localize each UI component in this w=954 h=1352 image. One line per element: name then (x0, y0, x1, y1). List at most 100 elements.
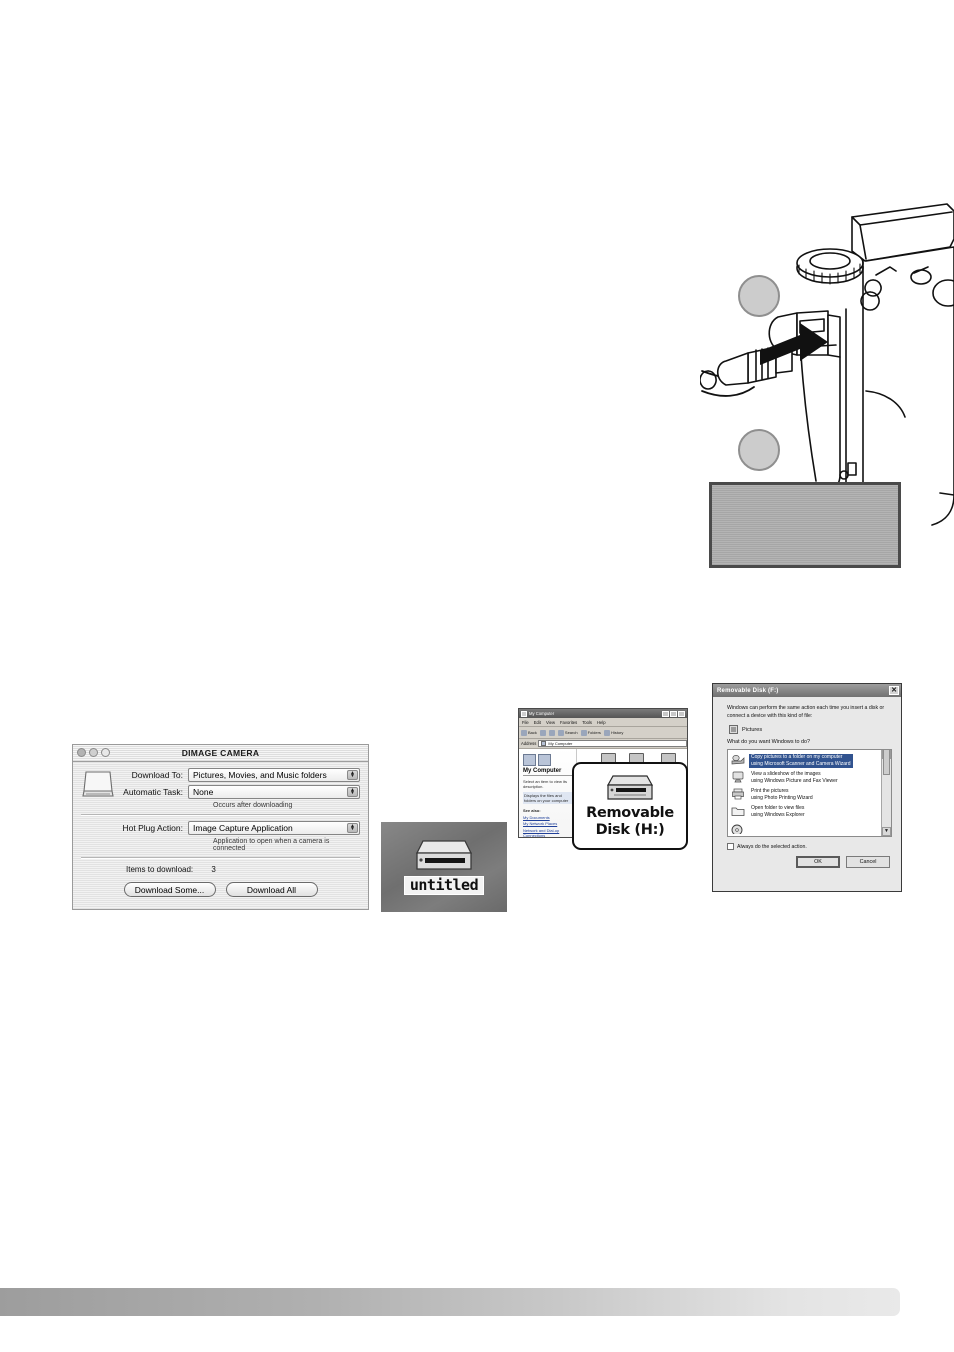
action-line2: using Photo Printing Wizard (751, 794, 813, 801)
forward-button[interactable] (539, 729, 546, 736)
hot-plug-action-hint: Application to open when a camera is con… (213, 838, 330, 852)
removable-disk-h-line2: Disk (H:) (595, 821, 665, 838)
back-button[interactable]: Back (521, 729, 537, 736)
items-to-download-row: Items to download: 3 (126, 865, 360, 874)
address-input[interactable]: My Computer (538, 740, 687, 747)
download-to-value: Pictures, Movies, and Music folders (193, 770, 327, 780)
chevron-updown-icon[interactable]: ▲ ▼ (347, 770, 358, 780)
action-item-copy-pictures[interactable]: Copy pictures to a folder on my computer… (728, 752, 881, 769)
dialog-question: What do you want Windows to do? (727, 739, 810, 746)
mac-dialog-buttons: Download Some... Download All (81, 882, 360, 903)
download-all-button[interactable]: Download All (225, 882, 318, 897)
page-footer-bar (0, 1288, 900, 1316)
see-also-label: See also: (523, 808, 541, 813)
file-type-row: Pictures (729, 725, 892, 735)
action-item-text: Open folder to view files using Windows … (749, 805, 807, 819)
search-icon (557, 729, 564, 736)
address-label: Address (521, 741, 537, 746)
folder-icon (580, 729, 587, 736)
chevron-updown-icon[interactable]: ▲ ▼ (347, 823, 358, 833)
my-computer-menu-bar: File Edit View Favorites Tools Help (519, 718, 687, 727)
menu-file[interactable]: File (522, 720, 529, 725)
side-panel-description: Select an item to view its description. (523, 779, 568, 789)
file-type-label: Pictures (742, 726, 763, 733)
link-my-documents[interactable]: My Documents (523, 815, 573, 820)
mac-dimage-camera-window: DIMAGE CAMERA Download To: Pictures, Mov… (72, 744, 369, 910)
removable-drive-icon[interactable] (413, 839, 475, 873)
always-do-action-checkbox[interactable] (727, 843, 734, 851)
action-item-partial[interactable] (728, 820, 881, 835)
dialog-title-bar: Removable Disk (F:) ✕ (713, 684, 901, 697)
up-button[interactable] (548, 729, 555, 736)
dialog-buttons: OK Cancel (727, 856, 892, 869)
automatic-task-value: None (193, 787, 214, 797)
listbox-scrollbar[interactable]: ▲ ▼ (881, 750, 891, 837)
download-to-select[interactable]: Pictures, Movies, and Music folders ▲ ▼ (188, 768, 360, 782)
link-network-dialup[interactable]: Network and Dial-up Connections (523, 828, 573, 838)
hot-plug-action-select[interactable]: Image Capture Application ▲ ▼ (188, 821, 360, 835)
untitled-drive-label: untitled (403, 875, 485, 896)
mac-window-title: DIMAGE CAMERA (181, 748, 260, 758)
menu-favorites[interactable]: Favorites (560, 720, 577, 725)
ok-button[interactable]: OK (796, 856, 840, 869)
menu-tools[interactable]: Tools (582, 720, 592, 725)
my-computer-address-bar: Address My Computer (519, 739, 687, 749)
mac-title-bar: DIMAGE CAMERA (73, 745, 368, 762)
action-line2: using Windows Explorer (751, 811, 805, 818)
removable-disk-f-dialog: Removable Disk (F:) ✕ Windows can perfor… (712, 683, 902, 892)
action-line1: Open folder to view files (751, 804, 805, 811)
close-button-icon[interactable] (77, 748, 86, 757)
cancel-button[interactable]: Cancel (846, 856, 890, 869)
scrollbar-thumb[interactable] (883, 750, 890, 776)
scroll-down-icon[interactable]: ▼ (882, 827, 891, 837)
action-item-text: Print the pictures using Photo Printing … (749, 788, 815, 802)
menu-edit[interactable]: Edit (534, 720, 541, 725)
search-button[interactable]: Search (557, 729, 578, 736)
mac-hot-plug-row: Hot Plug Action: Image Capture Applicati… (81, 821, 360, 835)
side-panel-title: My Computer (523, 768, 573, 776)
arrow-right-icon (539, 729, 546, 736)
side-panel-banner (523, 752, 573, 766)
minimize-button-icon[interactable] (662, 710, 669, 717)
computer-icon (523, 754, 536, 766)
action-listbox[interactable]: Copy pictures to a folder on my computer… (727, 749, 892, 838)
maximize-button-icon[interactable] (670, 710, 677, 717)
camera-connection-illustration (700, 195, 954, 595)
mac-automatic-task-row: Automatic Task: None ▲ ▼ (81, 785, 360, 799)
action-line1: Copy pictures to a folder on my computer (751, 753, 843, 760)
scanner-camera-icon (731, 754, 745, 764)
minimize-button-icon[interactable] (89, 748, 98, 757)
action-item-view-slideshow[interactable]: View a slideshow of the images using Win… (728, 769, 881, 786)
my-computer-side-panel: My Computer Select an item to view its d… (519, 749, 577, 838)
automatic-task-hint: Occurs after downloading (213, 802, 293, 809)
window-control-buttons[interactable] (662, 710, 685, 717)
my-computer-title: My Computer (529, 711, 555, 716)
menu-help[interactable]: Help (597, 720, 606, 725)
close-button-icon[interactable] (678, 710, 685, 717)
mac-dialog-body: Download To: Pictures, Movies, and Music… (73, 762, 368, 903)
folders-button[interactable]: Folders (580, 729, 601, 736)
items-to-download-count: 3 (211, 865, 216, 874)
action-item-print-pictures[interactable]: Print the pictures using Photo Printing … (728, 786, 881, 803)
automatic-task-select[interactable]: None ▲ ▼ (188, 785, 360, 799)
chevron-updown-icon[interactable]: ▲ ▼ (347, 787, 358, 797)
hot-plug-action-value: Image Capture Application (193, 823, 293, 833)
link-my-network-places[interactable]: My Network Places (523, 821, 573, 826)
close-icon[interactable]: ✕ (889, 686, 899, 695)
mac-window-controls[interactable] (77, 748, 110, 757)
removable-disk-h-line1: Removable (586, 805, 674, 822)
clock-icon (603, 729, 610, 736)
action-line2: using Microsoft Scanner and Camera Wizar… (751, 760, 851, 767)
side-panel-highlight: Displays the files and folders on your c… (523, 792, 573, 804)
mac-download-to-row: Download To: Pictures, Movies, and Music… (81, 768, 360, 782)
zoom-button-icon[interactable] (101, 748, 110, 757)
menu-view[interactable]: View (546, 720, 555, 725)
action-list: Copy pictures to a folder on my computer… (728, 750, 881, 836)
arrow-up-icon (548, 729, 555, 736)
my-computer-icon (521, 710, 527, 717)
callout-marker-1 (738, 275, 780, 317)
download-some-button[interactable]: Download Some... (123, 882, 216, 897)
history-button[interactable]: History (603, 729, 623, 736)
always-do-action-row[interactable]: Always do the selected action. (727, 843, 892, 851)
action-item-open-folder[interactable]: Open folder to view files using Windows … (728, 803, 881, 820)
